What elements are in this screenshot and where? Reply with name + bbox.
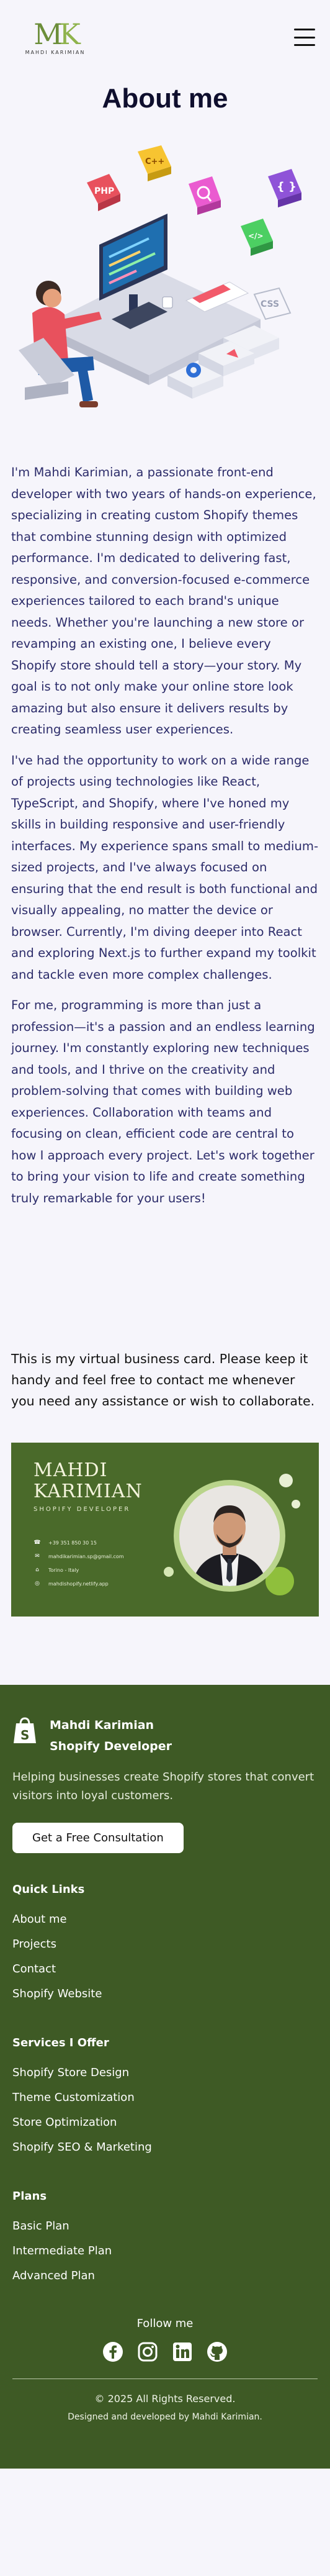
copyright-text: © 2025 All Rights Reserved. (94, 2393, 236, 2405)
developer-illustration: PHP C++ { } </> CSS (19, 145, 301, 407)
site-footer: S Mahdi Karimian Shopify Developer Helpi… (0, 1685, 330, 2469)
vcard-intro: This is my virtual business card. Please… (11, 1351, 315, 1408)
services-heading: Services I Offer (12, 2036, 109, 2049)
menu-icon-bar (294, 44, 315, 46)
footer-link-store-design[interactable]: Shopify Store Design (12, 2061, 318, 2085)
about-section: I'm Mahdi Karimian, a passionate front-e… (0, 462, 330, 1209)
github-icon[interactable] (207, 2341, 228, 2362)
card-contact-location: ⌂ Torino - Italy (33, 1563, 124, 1577)
instagram-icon[interactable] (137, 2341, 158, 2362)
free-consultation-button[interactable]: Get a Free Consultation (12, 1823, 184, 1853)
footer-link-basic-plan[interactable]: Basic Plan (12, 2214, 318, 2239)
card-contact-phone[interactable]: ☎ +39 351 850 30 15 (33, 1536, 124, 1549)
footer-description: Helping businesses create Shopify stores… (12, 1771, 314, 1802)
svg-text:S: S (20, 1728, 29, 1743)
svg-text:PHP: PHP (94, 186, 114, 196)
about-paragraph: I've had the opportunity to work on a wi… (11, 753, 319, 982)
profile-photo-ring (174, 1480, 285, 1592)
logo-subtitle: MAHDI KARIMIAN (25, 49, 86, 55)
credit-text: Designed and developed by Mahdi Karimian… (68, 2412, 262, 2422)
svg-text:{ }: { } (277, 180, 297, 193)
footer-brand: S Mahdi Karimian Shopify Developer (12, 1715, 318, 1757)
card-name: MAHDI KARIMIAN (33, 1459, 143, 1502)
svg-text:</>: </> (248, 232, 264, 240)
quick-links-section: Quick Links About me Projects Contact Sh… (12, 1883, 318, 2007)
footer-link-about[interactable]: About me (12, 1907, 318, 1932)
footer-link-store-optimization[interactable]: Store Optimization (12, 2110, 318, 2135)
hero-illustration: PHP C++ { } </> CSS (0, 114, 330, 462)
footer-brand-text: Mahdi Karimian Shopify Developer (50, 1718, 172, 1753)
linkedin-icon[interactable] (172, 2341, 193, 2362)
quick-links-heading: Quick Links (12, 1883, 85, 1896)
globe-icon: ◎ (35, 1581, 40, 1587)
avatar (179, 1485, 280, 1586)
follow-heading: Follow me (136, 2317, 194, 2330)
php-badge: PHP (87, 174, 120, 211)
mail-icon: ✉ (35, 1553, 40, 1559)
site-header: MK MAHDI KARIMIAN (0, 0, 330, 75)
hamburger-menu-button[interactable] (294, 29, 315, 46)
about-paragraph: For me, programming is more than just a … (11, 998, 315, 1205)
plans-heading: Plans (12, 2190, 47, 2203)
footer-link-seo-marketing[interactable]: Shopify SEO & Marketing (12, 2135, 318, 2160)
menu-icon-bar (294, 29, 315, 30)
logo-mark: MK (33, 17, 81, 51)
page-title: About me (102, 83, 228, 114)
business-card: MAHDI KARIMIAN SHOPIFY DEVELOPER ☎ +39 3… (11, 1443, 319, 1617)
search-cube (189, 176, 221, 215)
svg-text:CSS: CSS (261, 299, 279, 309)
location-icon: ⌂ (35, 1567, 39, 1573)
code-cube: </> (241, 219, 273, 256)
svg-text:C++: C++ (145, 157, 164, 166)
footer-link-shopify-website[interactable]: Shopify Website (12, 1982, 318, 2007)
plans-section: Plans Basic Plan Intermediate Plan Advan… (12, 2190, 318, 2288)
footer-link-theme-customization[interactable]: Theme Customization (12, 2085, 318, 2110)
card-contacts: ☎ +39 351 850 30 15 ✉ mahdikarimian.sp@g… (33, 1536, 124, 1590)
footer-link-projects[interactable]: Projects (12, 1932, 318, 1957)
about-paragraph: I'm Mahdi Karimian, a passionate front-e… (11, 465, 316, 737)
card-contact-website[interactable]: ◎ mahdishopify.netlify.app (33, 1577, 124, 1590)
footer-link-advanced-plan[interactable]: Advanced Plan (12, 2264, 318, 2288)
facebook-icon[interactable] (102, 2341, 123, 2362)
cpp-badge: C++ (138, 145, 171, 181)
footer-link-intermediate-plan[interactable]: Intermediate Plan (12, 2239, 318, 2264)
shopify-bag-icon: S (14, 1717, 36, 1743)
services-section: Services I Offer Shopify Store Design Th… (12, 2036, 318, 2160)
logo[interactable]: MK MAHDI KARIMIAN (15, 20, 96, 55)
decor-dot (279, 1474, 293, 1487)
footer-link-contact[interactable]: Contact (12, 1957, 318, 1982)
menu-icon-bar (294, 36, 315, 39)
card-contact-email[interactable]: ✉ mahdikarimian.sp@gmail.com (33, 1549, 123, 1563)
card-role: SHOPIFY DEVELOPER (33, 1506, 131, 1513)
decor-dot (292, 1500, 300, 1508)
decor-dot (164, 1567, 174, 1577)
social-links (12, 2341, 318, 2362)
phone-icon: ☎ (33, 1540, 41, 1546)
braces-cube: { } (268, 169, 301, 207)
